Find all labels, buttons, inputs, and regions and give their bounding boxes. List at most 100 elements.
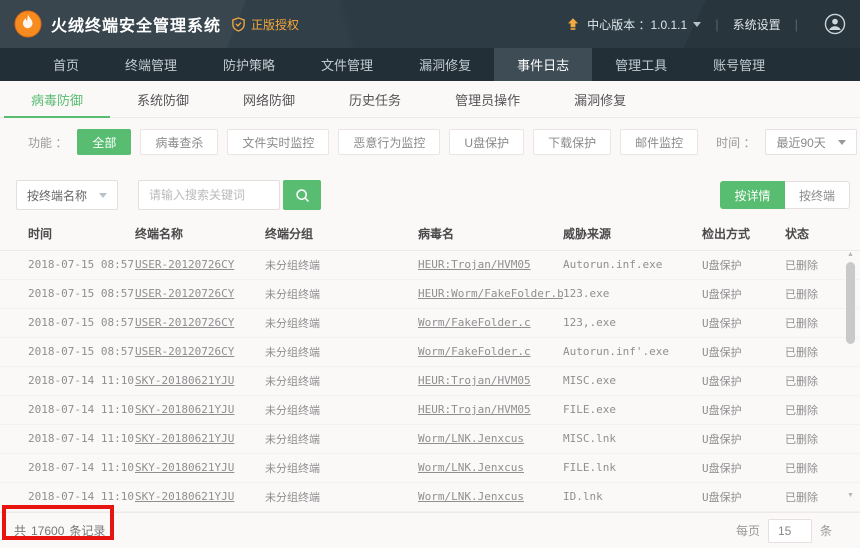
subtab[interactable]: 历史任务 [322, 81, 428, 117]
topbar-right-group: 中心版本 ：1.0.1.1 | 系统设置 | [566, 13, 846, 35]
cell-threat-source: MISC.exe [563, 374, 616, 387]
virus-name-link[interactable]: HEUR:Trojan/HVM05 [418, 374, 531, 387]
function-filter-chip[interactable]: 恶意行为监控 [338, 129, 441, 155]
virus-name-link[interactable]: Worm/LNK.Jenxcus [418, 432, 524, 445]
terminal-name-link[interactable]: SKY-20180621YJU [135, 374, 234, 387]
view-toggle-group: 按详情 按终端 [720, 181, 850, 209]
system-settings-link[interactable]: 系统设置 [733, 16, 781, 33]
terminal-name-link[interactable]: USER-20120726CY [135, 258, 234, 271]
cell-time: 2018-07-15 08:57:01 [28, 258, 135, 271]
page-size-prefix: 每页 [735, 524, 760, 538]
terminal-name-link[interactable]: SKY-20180621YJU [135, 461, 234, 474]
topbar-divider: | [715, 16, 719, 32]
app-title: 火绒终端安全管理系统 [51, 18, 222, 35]
cell-terminal-group: 未分组终端 [265, 490, 320, 504]
scrollbar-up-arrow-icon[interactable]: ▲ [847, 251, 854, 258]
user-avatar-icon[interactable] [824, 13, 846, 35]
terminal-name-link[interactable]: SKY-20180621YJU [135, 490, 234, 503]
virus-name-link[interactable]: HEUR:Trojan/HVM05 [418, 258, 531, 271]
view-toggle-button[interactable]: 按终端 [785, 181, 850, 209]
search-input[interactable] [138, 180, 280, 210]
table-header-row: 时间 终端名称 终端分组 病毒名 威胁来源 检出方式 状态 [0, 218, 860, 251]
column-header: 终端分组 [265, 218, 418, 251]
virus-name-link[interactable]: Worm/LNK.Jenxcus [418, 490, 524, 503]
function-filter-chip[interactable]: 文件实时监控 [227, 129, 330, 155]
function-filter-chip[interactable]: 邮件监控 [620, 129, 699, 155]
virus-name-link[interactable]: Worm/LNK.Jenxcus [418, 461, 524, 474]
nav-item[interactable]: 管理工具 [592, 48, 690, 81]
search-field-select[interactable]: 按终端名称 [16, 180, 118, 210]
table-row: 2018-07-14 11:10:01 SKY-20180621YJU 未分组终… [0, 482, 860, 512]
nav-item[interactable]: 账号管理 [690, 48, 788, 81]
page-size-input[interactable] [767, 518, 812, 543]
cell-time: 2018-07-14 11:10:01 [28, 374, 135, 387]
terminal-name-link[interactable]: USER-20120726CY [135, 287, 234, 300]
subtab[interactable]: 系统防御 [110, 81, 216, 117]
table-row: 2018-07-14 11:10:01 SKY-20180621YJU 未分组终… [0, 395, 860, 425]
nav-item[interactable]: 漏洞修复 [396, 48, 494, 81]
license-badge: 正版授权 [231, 16, 299, 33]
search-field-value: 按终端名称 [27, 188, 88, 203]
function-filter-chip[interactable]: 下载保护 [533, 129, 612, 155]
table-row: 2018-07-15 08:57:01 USER-20120726CY 未分组终… [0, 337, 860, 367]
license-shield-icon [232, 16, 245, 32]
cell-terminal-group: 未分组终端 [265, 258, 320, 272]
cell-detect-method: U盘保护 [702, 432, 742, 446]
cell-threat-source: MISC.lnk [563, 432, 616, 445]
time-range-select[interactable]: 最近90天 [765, 129, 857, 155]
nav-item[interactable]: 终端管理 [102, 48, 200, 81]
cell-threat-source: Autorun.inf.exe [563, 258, 663, 271]
subtab[interactable]: 漏洞修复 [547, 81, 653, 117]
terminal-name-link[interactable]: USER-20120726CY [135, 345, 234, 358]
chevron-down-icon [837, 139, 846, 145]
terminal-name-link[interactable]: USER-20120726CY [135, 316, 234, 329]
scrollbar-down-arrow-icon[interactable]: ▼ [847, 492, 854, 499]
function-filter-chip[interactable]: 病毒查杀 [140, 129, 219, 155]
nav-item[interactable]: 防护策略 [200, 48, 298, 81]
cell-detect-method: U盘保护 [702, 345, 742, 359]
cell-threat-source: Autorun.inf'.exe [563, 345, 669, 358]
function-filter-chip[interactable]: U盘保护 [449, 129, 525, 155]
nav-item[interactable]: 事件日志 [494, 48, 593, 81]
cell-terminal-group: 未分组终端 [265, 403, 320, 417]
virus-name-link[interactable]: HEUR:Worm/FakeFolder.b [418, 287, 563, 300]
cell-status: 已删除 [785, 316, 818, 330]
total-prefix: 共 [14, 524, 27, 538]
table-footer: 共 17600 条记录 每页 条 [0, 512, 860, 548]
chevron-down-icon [99, 192, 107, 198]
center-version-dropdown[interactable]: 中心版本 ：1.0.1.1 [587, 16, 702, 33]
nav-item[interactable]: 文件管理 [298, 48, 396, 81]
virus-name-link[interactable]: HEUR:Trojan/HVM05 [418, 403, 531, 416]
total-count: 17600 [31, 523, 65, 538]
scrollbar-thumb[interactable] [846, 262, 855, 344]
topbar-divider: | [794, 16, 798, 32]
subtab[interactable]: 病毒防御 [4, 81, 111, 118]
function-filter-chips: 全部 病毒查杀 文件实时监控 恶意行为监控 U盘保护 下载保护 邮件监控 [77, 129, 699, 155]
table-row: 2018-07-14 11:10:01 SKY-20180621YJU 未分组终… [0, 366, 860, 396]
cell-time: 2018-07-15 08:57:01 [28, 316, 135, 329]
cell-threat-source: FILE.lnk [563, 461, 616, 474]
cell-threat-source: ID.lnk [563, 490, 603, 503]
cell-time: 2018-07-14 11:10:01 [28, 403, 135, 416]
virus-name-link[interactable]: Worm/FakeFolder.c [418, 345, 531, 358]
search-button[interactable] [283, 180, 321, 210]
view-toggle-button[interactable]: 按详情 [720, 181, 785, 209]
function-filter-label: 功能 ： [28, 135, 68, 150]
subtab[interactable]: 管理员操作 [428, 81, 547, 117]
cell-status: 已删除 [785, 403, 818, 417]
table-row: 2018-07-15 08:57:01 USER-20120726CY 未分组终… [0, 308, 860, 338]
nav-item[interactable]: 首页 [30, 48, 102, 81]
terminal-name-link[interactable]: SKY-20180621YJU [135, 432, 234, 445]
cell-threat-source: FILE.exe [563, 403, 616, 416]
total-suffix: 条记录 [69, 524, 106, 538]
virus-name-link[interactable]: Worm/FakeFolder.c [418, 316, 531, 329]
cell-status: 已删除 [785, 461, 818, 475]
terminal-name-link[interactable]: SKY-20180621YJU [135, 403, 234, 416]
table-scrollbar: ▲ ▼ [845, 251, 857, 499]
upgrade-arrow-icon[interactable] [566, 17, 580, 31]
column-header: 威胁来源 [563, 218, 702, 251]
function-filter-chip[interactable]: 全部 [77, 129, 132, 155]
table-row: 2018-07-15 08:57:01 USER-20120726CY 未分组终… [0, 250, 860, 280]
cell-time: 2018-07-14 11:10:01 [28, 490, 135, 503]
subtab[interactable]: 网络防御 [216, 81, 322, 117]
